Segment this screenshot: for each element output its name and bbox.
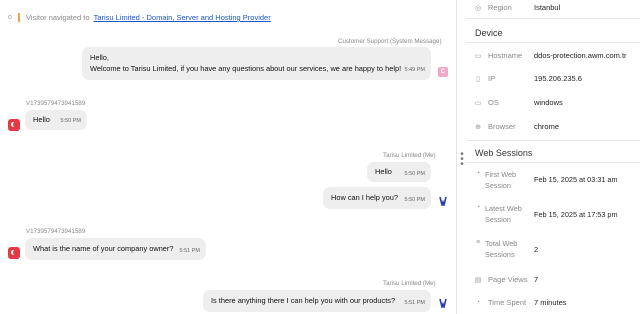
info-label: Latest Web Session xyxy=(485,204,522,224)
event-marker xyxy=(17,13,20,22)
visitor-flag-icon xyxy=(8,247,20,259)
message-text: How can I help you? xyxy=(331,193,398,202)
section-divider xyxy=(466,162,640,163)
message-time: 5:49 PM xyxy=(404,67,425,73)
visitor-flag-icon xyxy=(8,119,20,131)
message-text: Is there anything there I can help you w… xyxy=(211,296,396,305)
info-value: 195.206.235.6 xyxy=(534,74,582,83)
chat-bubble-support: Hello, Welcome to Tarisu Limited, if you… xyxy=(82,47,431,80)
panel-divider[interactable] xyxy=(456,0,457,314)
info-label: OS xyxy=(488,98,499,107)
info-value: ddos-protection.awm.com.tr xyxy=(534,51,627,60)
visitor-info-panel: ◎ Region Istanbul Device ▭ Hostname ddos… xyxy=(466,0,640,314)
web-sessions-section-title: Web Sessions xyxy=(475,148,533,158)
support-avatar: C xyxy=(438,67,448,77)
section-divider xyxy=(466,42,640,43)
hostname-icon: ▭ xyxy=(474,52,482,60)
document-icon: ▤ xyxy=(474,276,482,284)
app-root: o Visitor navigated to Tarisu Limited - … xyxy=(0,0,640,314)
stack-icon: ≡ xyxy=(475,239,481,246)
info-label: Total Web Sessions xyxy=(485,239,518,259)
info-value: 2 xyxy=(534,245,539,254)
monitor-icon: ▭ xyxy=(474,99,482,107)
message-time: 5:50 PM xyxy=(404,171,425,177)
info-row-hostname: ▭ Hostname ddos-protection.awm.com.tr xyxy=(474,51,627,60)
chat-bubble-agent: Hello 5:50 PM xyxy=(367,162,431,182)
info-row-browser: ⊕ Browser chrome xyxy=(474,122,559,131)
navigation-prefix: Visitor navigated to xyxy=(25,13,90,22)
chat-bubble-agent: Is there anything there I can help you w… xyxy=(203,290,431,312)
message-text: Hello, xyxy=(90,53,109,62)
info-label: Region xyxy=(488,3,512,12)
message-text: Hello xyxy=(33,115,50,124)
event-dot-icon: o xyxy=(8,14,12,21)
info-value: 7 minutes xyxy=(534,298,567,307)
device-section-title: Device xyxy=(475,28,503,38)
info-label: Hostname xyxy=(488,51,523,60)
message-text: Hello xyxy=(375,167,392,176)
message-text: What is the name of your company owner? xyxy=(33,244,174,253)
message-time: 5:51 PM xyxy=(179,248,200,254)
message-sender: Customer Support (System Message) xyxy=(338,38,442,45)
chat-transcript[interactable]: o Visitor navigated to Tarisu Limited - … xyxy=(0,0,456,314)
info-label: IP xyxy=(488,74,496,83)
brand-logo-icon xyxy=(439,298,447,308)
navigation-event: o Visitor navigated to Tarisu Limited - … xyxy=(8,13,271,22)
clock-icon: ◔ xyxy=(475,299,481,306)
section-divider xyxy=(466,140,640,141)
section-divider xyxy=(466,18,640,19)
info-value: Feb 15, 2025 at 03:31 am xyxy=(534,175,618,184)
clock-icon: ◔ xyxy=(475,170,481,177)
chat-bubble-visitor: Hello 5:50 PM xyxy=(25,110,87,130)
info-row-os: ▭ OS windows xyxy=(474,98,563,107)
message-sender: V1739579473941589 xyxy=(26,100,86,107)
info-row-first-session: ◔ First Web Session Feb 15, 2025 at 03:3… xyxy=(474,169,640,193)
info-value: 7 xyxy=(534,275,539,284)
message-sender: Tarisu Limited (Me) xyxy=(383,280,436,287)
chat-bubble-agent: How can I help you? 5:50 PM xyxy=(323,187,431,209)
message-text: Welcome to Tarisu Limited, if you have a… xyxy=(90,64,402,73)
navigation-link[interactable]: Tarisu Limited - Domain, Server and Host… xyxy=(94,13,271,22)
info-value: Istanbul xyxy=(534,3,561,12)
info-value: windows xyxy=(534,98,563,107)
info-label: Page Views xyxy=(488,275,528,284)
brand-logo-icon xyxy=(439,196,447,206)
info-row-latest-session: ◔ Latest Web Session Feb 15, 2025 at 17:… xyxy=(474,203,640,227)
chat-bubble-visitor: What is the name of your company owner? … xyxy=(25,238,206,260)
more-options-icon[interactable]: • • • xyxy=(459,150,465,170)
globe-icon: ⊕ xyxy=(475,123,481,131)
info-label: First Web Session xyxy=(485,170,517,190)
info-label: Time Spent xyxy=(488,298,527,307)
info-value: Feb 15, 2025 at 17:53 pm xyxy=(534,210,618,219)
info-row-time-spent: ◔ Time Spent 7 minutes xyxy=(474,298,567,307)
info-row-total-sessions: ≡ Total Web Sessions 2 xyxy=(474,238,640,262)
message-time: 5:51 PM xyxy=(404,300,425,306)
info-row-ip: ▯ IP 195.206.235.6 xyxy=(474,74,582,83)
message-sender: Tarisu Limited (Me) xyxy=(383,152,436,159)
message-sender: V1739579473941589 xyxy=(26,228,86,235)
info-row-region: ◎ Region Istanbul xyxy=(474,3,560,12)
clock-icon: ◔ xyxy=(475,204,481,211)
message-time: 5:50 PM xyxy=(404,197,425,203)
message-time: 5:50 PM xyxy=(60,118,81,124)
location-icon: ◎ xyxy=(474,4,482,12)
info-label: Browser xyxy=(488,122,516,131)
ip-icon: ▯ xyxy=(476,75,480,83)
info-value: chrome xyxy=(534,122,560,131)
info-row-page-views: ▤ Page Views 7 xyxy=(474,275,539,284)
